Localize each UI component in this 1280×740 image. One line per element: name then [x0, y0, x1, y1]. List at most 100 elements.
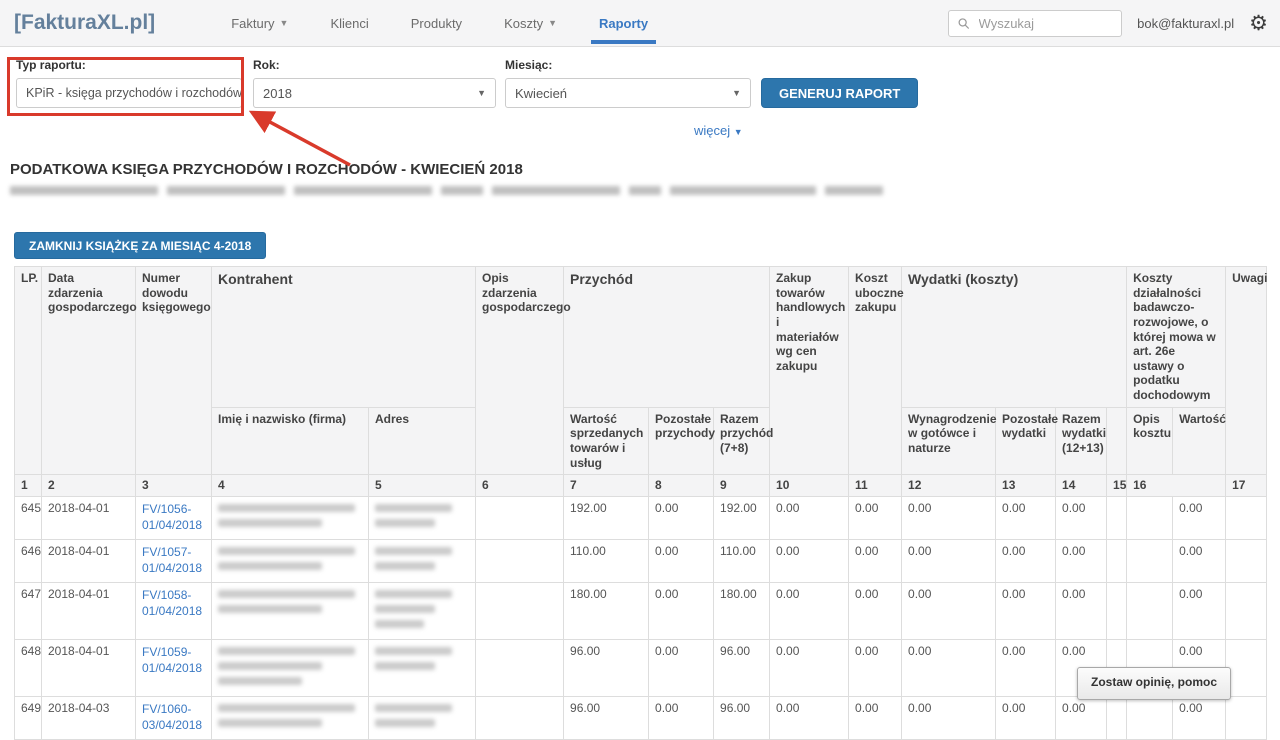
- column-number: 1: [15, 475, 42, 497]
- chevron-down-icon: ▼: [734, 127, 743, 137]
- redacted-text: [375, 704, 452, 712]
- cell-wages: 0.00: [902, 640, 996, 697]
- month-value: Kwiecień: [515, 86, 567, 101]
- cell-contractor-name: [212, 697, 369, 740]
- col-header-wages: Wynagrodzenie w gotówce i naturze: [902, 407, 996, 475]
- cell-wages: 0.00: [902, 583, 996, 640]
- cell-income-other: 0.00: [649, 640, 714, 697]
- month-select[interactable]: Kwiecień ▼: [505, 78, 751, 108]
- cell-notes: [1226, 697, 1267, 740]
- chevron-down-icon: ▼: [548, 18, 557, 28]
- company-info-redacted: [10, 186, 1280, 196]
- cell-income-other: 0.00: [649, 697, 714, 740]
- more-link-label: więcej: [694, 123, 730, 138]
- nav-item-produkty[interactable]: Produkty: [390, 0, 483, 47]
- cell-contractor-address: [369, 697, 476, 740]
- nav-item-klienci[interactable]: Klienci: [309, 0, 389, 47]
- cell-income-sold: 110.00: [564, 540, 649, 583]
- cell-contractor-address: [369, 497, 476, 540]
- col-header-lp: LP.: [15, 267, 42, 475]
- redacted-text: [218, 605, 322, 613]
- cell-contractor-address: [369, 640, 476, 697]
- generate-report-button[interactable]: GENERUJ RAPORT: [761, 78, 918, 108]
- column-number: 9: [714, 475, 770, 497]
- redacted-text: [375, 562, 435, 570]
- col-group-expenses: Wydatki (koszty): [902, 267, 1127, 408]
- year-label: Rok:: [253, 58, 280, 72]
- table-row: 6492018-04-03FV/1060-03/04/201896.000.00…: [15, 697, 1267, 740]
- cell-side-costs: 0.00: [849, 697, 902, 740]
- document-link[interactable]: FV/1059-01/04/2018: [142, 644, 202, 676]
- redacted-text: [218, 719, 322, 727]
- cell-side-costs: 0.00: [849, 583, 902, 640]
- column-number: 12: [902, 475, 996, 497]
- cell-col-15: [1107, 583, 1127, 640]
- nav-item-faktury[interactable]: Faktury ▼: [210, 0, 309, 47]
- col-header-date: Data zdarzenia gospodarczego: [42, 267, 136, 475]
- column-numbers-row: 1234567891011121314151617: [15, 475, 1267, 497]
- cell-rd-value: 0.00: [1173, 497, 1226, 540]
- report-type-label: Typ raportu:: [16, 58, 86, 72]
- cell-wages: 0.00: [902, 540, 996, 583]
- cell-col-15: [1107, 540, 1127, 583]
- cell-rd-value: 0.00: [1173, 583, 1226, 640]
- column-number: 14: [1056, 475, 1107, 497]
- feedback-button[interactable]: Zostaw opinię, pomoc: [1077, 667, 1231, 700]
- column-number: 16: [1127, 475, 1226, 497]
- nav-item-koszty[interactable]: Koszty ▼: [483, 0, 578, 47]
- active-tab-indicator: [591, 40, 656, 44]
- close-book-button[interactable]: ZAMKNIJ KSIĄŻKĘ ZA MIESIĄC 4-2018: [14, 232, 266, 259]
- search-input[interactable]: [977, 15, 1113, 32]
- cell-col-15: [1107, 497, 1127, 540]
- redacted-text: [375, 662, 435, 670]
- cell-rd-desc: [1127, 497, 1173, 540]
- document-link[interactable]: FV/1056-01/04/2018: [142, 501, 202, 533]
- cell-income-total: 96.00: [714, 697, 770, 740]
- cell-col-15: [1107, 697, 1127, 740]
- redacted-text: [375, 605, 435, 613]
- col-header-other-expenses: Pozostałe wydatki: [996, 407, 1056, 475]
- col-header-notes: Uwagi: [1226, 267, 1267, 475]
- redacted-text: [375, 719, 435, 727]
- redacted-text: [218, 677, 302, 685]
- year-select[interactable]: 2018 ▼: [253, 78, 496, 108]
- cell-income-total: 192.00: [714, 497, 770, 540]
- main-menu: Faktury ▼ Klienci Produkty Koszty ▼ Rapo…: [210, 0, 669, 47]
- cell-contractor-address: [369, 540, 476, 583]
- cell-income-other: 0.00: [649, 540, 714, 583]
- cell-rd-value: 0.00: [1173, 540, 1226, 583]
- col-header-income-sold: Wartość sprzedanych towarów i usług: [564, 407, 649, 475]
- column-number: 7: [564, 475, 649, 497]
- cell-lp: 647: [15, 583, 42, 640]
- redacted-text: [218, 562, 322, 570]
- nav-item-label: Koszty: [504, 16, 543, 31]
- table-row: 6472018-04-01FV/1058-01/04/2018180.000.0…: [15, 583, 1267, 640]
- column-number: 6: [476, 475, 564, 497]
- report-type-select[interactable]: KPiR - księga przychodów i rozchodów ▼: [16, 78, 242, 108]
- nav-right-area: bok@fakturaxl.pl ⚙: [948, 10, 1268, 37]
- cell-lp: 646: [15, 540, 42, 583]
- chevron-down-icon: ▼: [732, 88, 741, 98]
- cell-income-other: 0.00: [649, 497, 714, 540]
- gear-icon[interactable]: ⚙: [1249, 13, 1268, 34]
- document-link[interactable]: FV/1058-01/04/2018: [142, 587, 202, 619]
- column-number: 2: [42, 475, 136, 497]
- account-email[interactable]: bok@fakturaxl.pl: [1137, 16, 1234, 31]
- col-header-contractor-address: Adres: [369, 407, 476, 475]
- document-link[interactable]: FV/1057-01/04/2018: [142, 544, 202, 576]
- cell-rd-value: 0.00: [1173, 697, 1226, 740]
- document-link[interactable]: FV/1060-03/04/2018: [142, 701, 202, 733]
- col-header-event-desc: Opis zdarzenia gospodarczego: [476, 267, 564, 475]
- cell-purchase: 0.00: [770, 583, 849, 640]
- table-row: 6462018-04-01FV/1057-01/04/2018110.000.0…: [15, 540, 1267, 583]
- column-number: 4: [212, 475, 369, 497]
- app-logo[interactable]: [FakturaXL.pl]: [14, 11, 155, 35]
- col-header-doc-number: Numer dowodu księgowego: [136, 267, 212, 475]
- search-icon: [958, 17, 969, 30]
- cell-date: 2018-04-01: [42, 497, 136, 540]
- redacted-text: [218, 590, 355, 598]
- cell-contractor-name: [212, 540, 369, 583]
- cell-other-expenses: 0.00: [996, 497, 1056, 540]
- more-link[interactable]: więcej ▼: [694, 123, 743, 138]
- nav-item-raporty[interactable]: Raporty: [578, 0, 669, 47]
